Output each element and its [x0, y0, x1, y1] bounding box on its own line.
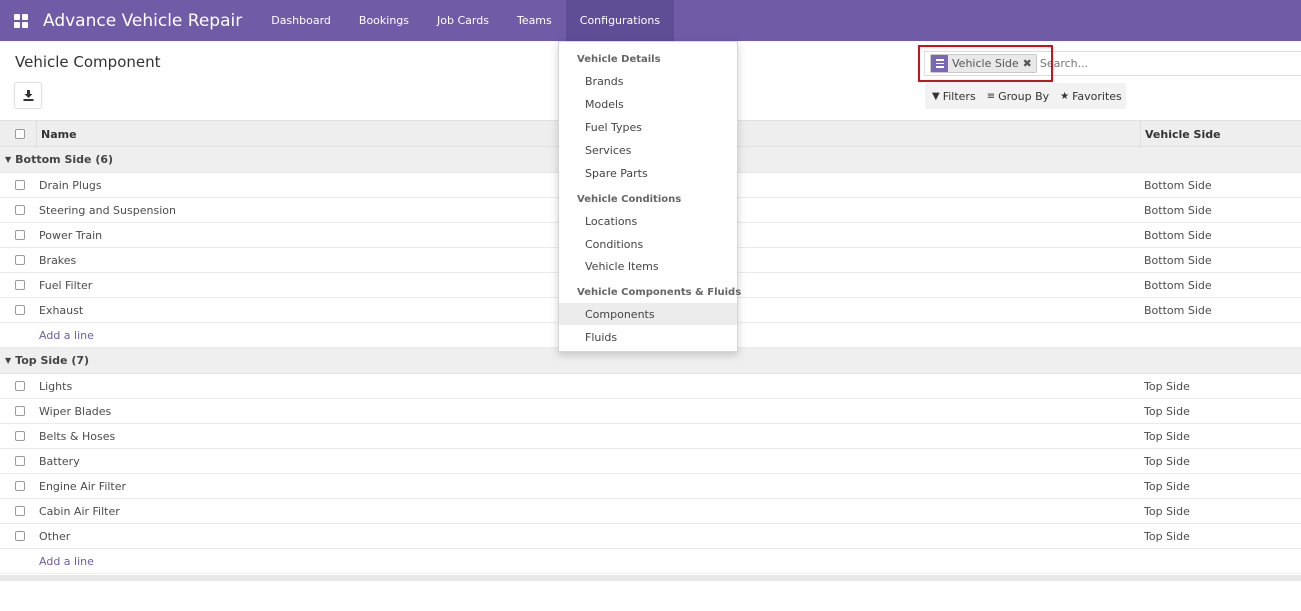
row-side: Bottom Side	[1144, 303, 1212, 317]
filters-label: Filters	[942, 89, 976, 103]
search-input[interactable]	[1039, 57, 1290, 70]
row-side: Top Side	[1144, 529, 1190, 543]
row-checkbox[interactable]	[15, 381, 25, 391]
menu-configurations[interactable]: Configurations	[565, 0, 675, 41]
dropdown-item-fuel-types[interactable]: Fuel Types	[559, 116, 737, 138]
row-name: Power Train	[39, 228, 103, 242]
star-icon: ★	[1060, 90, 1070, 102]
dropdown-item-models[interactable]: Models	[559, 93, 737, 115]
row-checkbox[interactable]	[15, 406, 25, 416]
group-by-button[interactable]: ≡ Group By	[980, 90, 1053, 103]
column-header-name[interactable]: Name	[36, 121, 556, 148]
caret-down-icon: ▼	[5, 356, 12, 365]
row-side: Bottom Side	[1144, 253, 1212, 267]
dropdown-item-spare-parts[interactable]: Spare Parts	[559, 162, 737, 184]
row-name: Engine Air Filter	[39, 479, 127, 493]
row-name: Other	[39, 529, 71, 543]
dropdown-section-vehicle-conditions: Vehicle Conditions	[577, 194, 682, 205]
filter-icon: ▼	[932, 90, 940, 102]
row-side: Top Side	[1144, 429, 1190, 443]
column-header-vehicle-side[interactable]: Vehicle Side	[1140, 121, 1221, 148]
group-label: Top Side (7)	[15, 354, 90, 367]
dropdown-item-components[interactable]: Components	[559, 303, 737, 325]
group-label: Bottom Side (6)	[15, 153, 114, 166]
menu-teams[interactable]: Teams	[503, 0, 566, 41]
row-checkbox[interactable]	[15, 456, 25, 466]
table-row[interactable]: Engine Air Filter Top Side	[0, 474, 1301, 499]
row-checkbox[interactable]	[15, 531, 25, 541]
row-side: Top Side	[1144, 479, 1190, 493]
row-side: Top Side	[1144, 404, 1190, 418]
row-side: Bottom Side	[1144, 278, 1212, 292]
configurations-dropdown: Vehicle Details Brands Models Fuel Types…	[558, 41, 742, 352]
select-all-checkbox[interactable]	[15, 129, 25, 139]
dropdown-item-locations[interactable]: Locations	[559, 210, 737, 232]
app-title[interactable]: Advance Vehicle Repair	[43, 11, 242, 31]
row-checkbox[interactable]	[15, 230, 25, 240]
menu-bookings[interactable]: Bookings	[345, 0, 423, 41]
menu-job-cards[interactable]: Job Cards	[423, 0, 503, 41]
row-name: Belts & Hoses	[39, 429, 116, 443]
row-name: Drain Plugs	[39, 178, 102, 192]
row-name: Fuel Filter	[39, 278, 93, 292]
facet-remove-icon[interactable]: ✖	[1023, 57, 1036, 70]
table-row[interactable]: Wiper Blades Top Side	[0, 399, 1301, 424]
row-name: Brakes	[39, 253, 77, 267]
row-side: Bottom Side	[1144, 228, 1212, 242]
caret-down-icon: ▼	[5, 155, 12, 164]
download-button[interactable]	[14, 82, 42, 109]
menu-dashboard[interactable]: Dashboard	[257, 0, 345, 41]
facet-label: Vehicle Side	[952, 57, 1019, 70]
top-navbar: Advance Vehicle Repair Dashboard Booking…	[0, 0, 1301, 41]
row-name: Wiper Blades	[39, 404, 112, 418]
row-checkbox[interactable]	[15, 280, 25, 290]
row-name: Cabin Air Filter	[39, 504, 120, 518]
row-side: Bottom Side	[1144, 203, 1212, 217]
dropdown-item-vehicle-items[interactable]: Vehicle Items	[559, 255, 737, 277]
download-icon	[23, 90, 33, 101]
row-checkbox[interactable]	[15, 481, 25, 491]
row-checkbox[interactable]	[15, 180, 25, 190]
filters-button[interactable]: ▼ Filters	[925, 90, 980, 103]
dropdown-item-brands[interactable]: Brands	[559, 70, 737, 92]
favorites-button[interactable]: ★ Favorites	[1053, 90, 1126, 103]
row-side: Top Side	[1144, 504, 1190, 518]
search-options: ▼ Filters ≡ Group By ★ Favorites	[925, 83, 1126, 109]
dropdown-item-conditions[interactable]: Conditions	[559, 233, 737, 255]
page-title: Vehicle Component	[15, 53, 161, 71]
table-row[interactable]: Battery Top Side	[0, 449, 1301, 474]
app-switcher-icon[interactable]	[14, 13, 30, 28]
row-name: Steering and Suspension	[39, 203, 176, 217]
search-facet[interactable]: Vehicle Side ✖	[930, 54, 1037, 73]
row-side: Bottom Side	[1144, 178, 1212, 192]
table-row[interactable]: Cabin Air Filter Top Side	[0, 499, 1301, 524]
dropdown-item-services[interactable]: Services	[559, 139, 737, 161]
search-bar[interactable]: Vehicle Side ✖	[924, 51, 1301, 76]
group-by-label: Group By	[998, 89, 1050, 103]
favorites-label: Favorites	[1072, 89, 1122, 103]
table-row[interactable]: Other Top Side	[0, 524, 1301, 549]
row-checkbox[interactable]	[15, 305, 25, 315]
dropdown-section-vehicle-details: Vehicle Details	[577, 54, 661, 65]
row-name: Battery	[39, 454, 80, 468]
dropdown-item-fluids[interactable]: Fluids	[559, 326, 737, 348]
add-line-link[interactable]: Add a line	[39, 555, 94, 568]
dropdown-section-components-fluids: Vehicle Components & Fluids	[577, 287, 742, 298]
row-side: Top Side	[1144, 379, 1190, 393]
bars-icon: ≡	[986, 90, 996, 102]
list-footer	[0, 575, 1301, 581]
row-checkbox[interactable]	[15, 431, 25, 441]
row-checkbox[interactable]	[15, 205, 25, 215]
row-name: Lights	[39, 379, 73, 393]
add-line-row: Add a line	[0, 549, 1301, 574]
add-line-link[interactable]: Add a line	[39, 329, 94, 342]
row-checkbox[interactable]	[15, 255, 25, 265]
row-side: Top Side	[1144, 454, 1190, 468]
group-by-facet-icon	[931, 55, 948, 72]
table-row[interactable]: Belts & Hoses Top Side	[0, 424, 1301, 449]
row-checkbox[interactable]	[15, 506, 25, 516]
row-name: Exhaust	[39, 303, 84, 317]
table-row[interactable]: Lights Top Side	[0, 374, 1301, 399]
